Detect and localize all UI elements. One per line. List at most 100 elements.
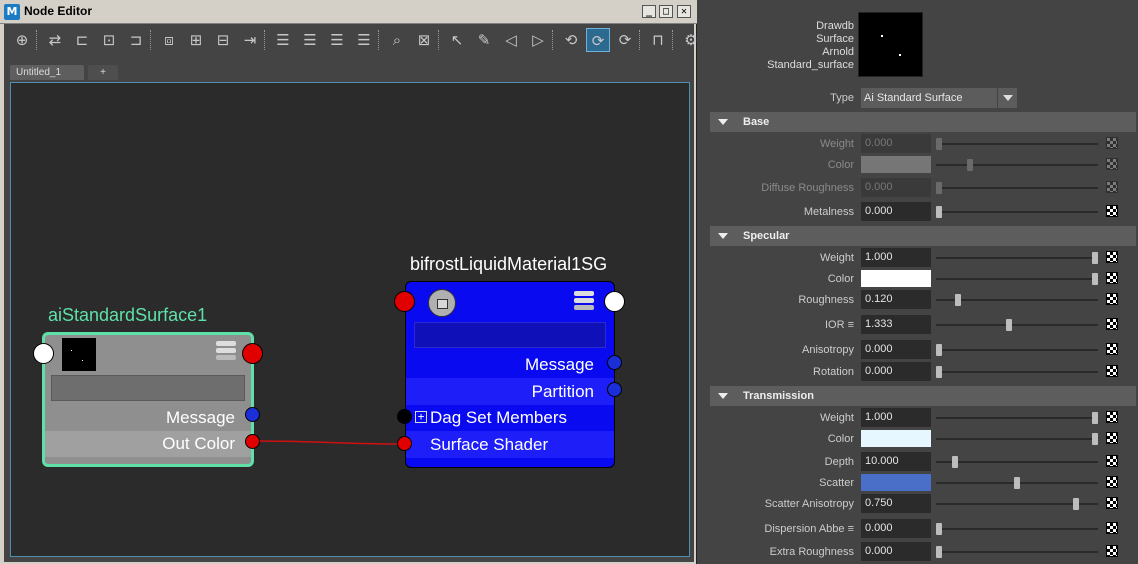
slider-handle[interactable] xyxy=(1092,252,1098,264)
type-dropdown[interactable]: Ai Standard Surface xyxy=(861,88,997,108)
specular-slider[interactable] xyxy=(936,366,1098,378)
remove-node-icon[interactable]: ⊟ xyxy=(211,28,235,52)
slider-handle[interactable] xyxy=(936,366,942,378)
slider-handle[interactable] xyxy=(1092,273,1098,285)
specular-value-field[interactable]: 0.000 xyxy=(861,340,931,359)
specular-value-field[interactable]: 1.333 xyxy=(861,315,931,334)
graph-add-icon[interactable]: ⊕ xyxy=(10,28,34,52)
graph-upstream-icon[interactable]: ⟲ xyxy=(559,28,583,52)
map-texture-icon[interactable] xyxy=(1106,476,1118,488)
collapse-triangle-icon[interactable] xyxy=(718,393,728,399)
graph-downstream-icon[interactable]: ⟳ xyxy=(613,28,637,52)
transmission-value-field[interactable]: 10.000 xyxy=(861,452,931,471)
map-texture-icon[interactable] xyxy=(1106,411,1118,423)
slider-handle[interactable] xyxy=(936,206,942,218)
add-node-icon[interactable]: ⊞ xyxy=(184,28,208,52)
specular-slider[interactable] xyxy=(936,273,1098,285)
base-value-field[interactable]: 0.000 xyxy=(861,202,931,221)
pick-walk-icon[interactable]: ↖ xyxy=(445,28,469,52)
transmission-slider[interactable] xyxy=(936,498,1098,510)
base-value-field[interactable]: 0.000 xyxy=(861,134,931,153)
transmission-slider[interactable] xyxy=(936,546,1098,558)
step-back-icon[interactable]: ◁ xyxy=(499,28,523,52)
node-menu-icon[interactable] xyxy=(574,291,594,311)
map-texture-icon[interactable] xyxy=(1106,497,1118,509)
frame-both-icon[interactable]: ⊡ xyxy=(97,28,121,52)
specular-slider[interactable] xyxy=(936,319,1098,331)
map-texture-icon[interactable] xyxy=(1106,251,1118,263)
frame-out-icon[interactable]: ⊐ xyxy=(124,28,148,52)
transmission-slider[interactable] xyxy=(936,477,1098,489)
specular-slider[interactable] xyxy=(936,294,1098,306)
transmission-slider[interactable] xyxy=(936,433,1098,445)
transmission-value-field[interactable]: 0.000 xyxy=(861,519,931,538)
layout-connected-icon[interactable]: ☰ xyxy=(298,28,322,52)
base-slider[interactable] xyxy=(936,182,1098,194)
layout-full-icon[interactable]: ☰ xyxy=(325,28,349,52)
slider-handle[interactable] xyxy=(1073,498,1079,510)
base-slider[interactable] xyxy=(936,206,1098,218)
pin-icon[interactable]: ⇥ xyxy=(238,28,262,52)
edit-icon[interactable]: ✎ xyxy=(472,28,496,52)
map-texture-icon[interactable] xyxy=(1106,455,1118,467)
transmission-color-swatch[interactable] xyxy=(861,430,931,447)
map-texture-icon[interactable] xyxy=(1106,137,1118,149)
slider-handle[interactable] xyxy=(967,159,973,171)
transmission-value-field[interactable]: 1.000 xyxy=(861,408,931,427)
layout-simple-icon[interactable]: ☰ xyxy=(271,28,295,52)
map-texture-icon[interactable] xyxy=(1106,343,1118,355)
collapse-triangle-icon[interactable] xyxy=(718,233,728,239)
transmission-slider[interactable] xyxy=(936,412,1098,424)
shading-group-node[interactable]: Message Partition Dag Set Members Surfac… xyxy=(405,281,615,468)
map-texture-icon[interactable] xyxy=(1106,545,1118,557)
slider-handle[interactable] xyxy=(1092,433,1098,445)
maximize-button[interactable]: □ xyxy=(659,5,673,18)
base-slider[interactable] xyxy=(936,138,1098,150)
expand-icon[interactable]: + xyxy=(415,411,427,423)
section-transmission[interactable]: Transmission xyxy=(710,386,1136,406)
node-filter-field[interactable] xyxy=(414,322,606,348)
step-forward-icon[interactable]: ▷ xyxy=(526,28,550,52)
title-bar[interactable]: M Node Editor _ □ ✕ xyxy=(0,0,697,24)
specular-value-field[interactable]: 0.000 xyxy=(861,362,931,381)
map-texture-icon[interactable] xyxy=(1106,181,1118,193)
search-icon[interactable]: ⌕ xyxy=(385,28,409,52)
graph-both-icon[interactable]: ⟳ xyxy=(586,28,610,52)
slider-handle[interactable] xyxy=(936,344,942,356)
swap-icon[interactable]: ⇄ xyxy=(43,28,67,52)
map-texture-icon[interactable] xyxy=(1106,205,1118,217)
slider-handle[interactable] xyxy=(936,138,942,150)
new-tab-button[interactable]: + xyxy=(88,65,118,80)
map-texture-icon[interactable] xyxy=(1106,158,1118,170)
base-color-swatch[interactable] xyxy=(861,156,931,173)
slider-handle[interactable] xyxy=(952,456,958,468)
snapshot-icon[interactable]: ⊠ xyxy=(412,28,436,52)
transmission-value-field[interactable]: 0.000 xyxy=(861,542,931,561)
tab-untitled-1[interactable]: Untitled_1 xyxy=(10,65,84,80)
select-node-icon[interactable]: ⧈ xyxy=(157,28,181,52)
ai-standard-surface-node[interactable]: Message Out Color xyxy=(42,332,254,467)
chevron-down-icon[interactable] xyxy=(997,88,1017,108)
collapse-triangle-icon[interactable] xyxy=(718,119,728,125)
layout-custom-icon[interactable]: ☰ xyxy=(352,28,376,52)
specular-color-swatch[interactable] xyxy=(861,270,931,287)
close-button[interactable]: ✕ xyxy=(677,5,691,18)
lock-icon[interactable]: ⊓ xyxy=(646,28,670,52)
transmission-color-swatch[interactable] xyxy=(861,474,931,491)
slider-handle[interactable] xyxy=(1014,477,1020,489)
base-value-field[interactable]: 0.000 xyxy=(861,178,931,197)
section-base[interactable]: Base xyxy=(710,112,1136,132)
minimize-button[interactable]: _ xyxy=(642,5,656,18)
node-filter-field[interactable] xyxy=(51,375,245,401)
slider-handle[interactable] xyxy=(1006,319,1012,331)
slider-handle[interactable] xyxy=(955,294,961,306)
specular-value-field[interactable]: 0.120 xyxy=(861,290,931,309)
map-texture-icon[interactable] xyxy=(1106,318,1118,330)
transmission-slider[interactable] xyxy=(936,523,1098,535)
specular-slider[interactable] xyxy=(936,252,1098,264)
map-texture-icon[interactable] xyxy=(1106,432,1118,444)
specular-value-field[interactable]: 1.000 xyxy=(861,248,931,267)
slider-handle[interactable] xyxy=(936,546,942,558)
map-texture-icon[interactable] xyxy=(1106,293,1118,305)
slider-handle[interactable] xyxy=(936,523,942,535)
